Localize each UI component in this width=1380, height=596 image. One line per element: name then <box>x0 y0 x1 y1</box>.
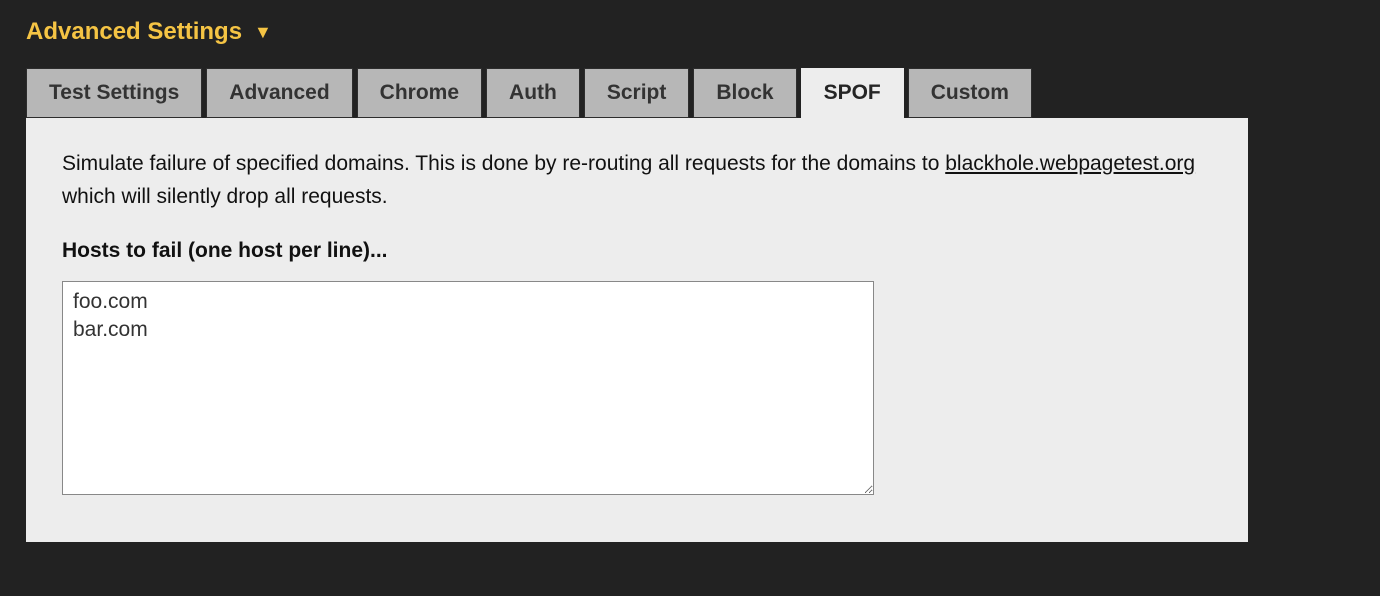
tab-spof[interactable]: SPOF <box>801 68 904 118</box>
advanced-settings-title: Advanced Settings <box>26 18 242 46</box>
tab-block[interactable]: Block <box>693 68 796 118</box>
tab-script[interactable]: Script <box>584 68 690 118</box>
spof-desc-post: which will silently drop all requests. <box>62 185 388 208</box>
chevron-down-icon: ▼ <box>254 23 272 41</box>
hosts-input[interactable] <box>62 281 874 495</box>
blackhole-link[interactable]: blackhole.webpagetest.org <box>945 152 1195 175</box>
settings-tabs: Test Settings Advanced Chrome Auth Scrip… <box>26 68 1354 118</box>
tab-advanced[interactable]: Advanced <box>206 68 352 118</box>
advanced-settings-toggle[interactable]: Advanced Settings ▼ <box>26 18 1354 46</box>
tab-auth[interactable]: Auth <box>486 68 580 118</box>
tab-test-settings[interactable]: Test Settings <box>26 68 202 118</box>
spof-desc-pre: Simulate failure of specified domains. T… <box>62 152 945 175</box>
tab-custom[interactable]: Custom <box>908 68 1032 118</box>
tab-chrome[interactable]: Chrome <box>357 68 482 118</box>
spof-description: Simulate failure of specified domains. T… <box>62 148 1212 213</box>
hosts-label: Hosts to fail (one host per line)... <box>62 239 1212 263</box>
spof-panel: Simulate failure of specified domains. T… <box>26 118 1248 542</box>
